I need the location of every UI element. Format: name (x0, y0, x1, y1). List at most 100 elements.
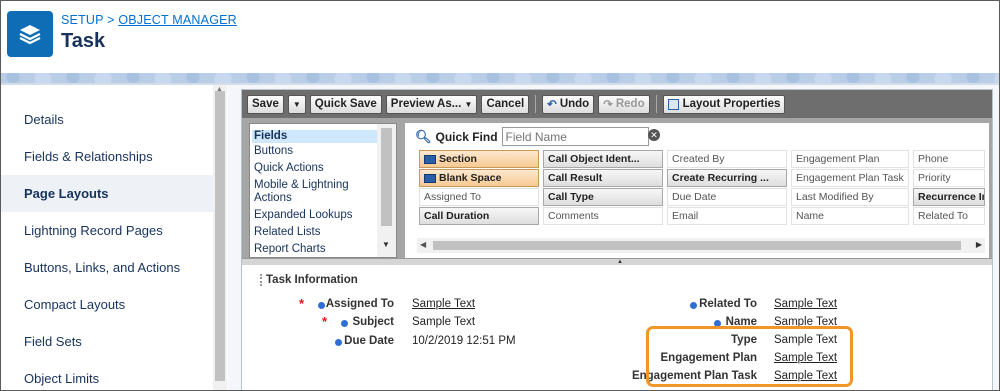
section-title[interactable]: Task Information (260, 274, 358, 286)
layout-field-value: 10/2/2019 12:51 PM (412, 335, 516, 347)
sidebar-item-page-layouts[interactable]: Page Layouts (1, 175, 213, 212)
category-scroll-thumb[interactable] (381, 128, 392, 226)
scroll-left-icon[interactable]: ◀ (420, 240, 426, 249)
palette-field[interactable]: Phone (913, 150, 985, 168)
sidebar-item-buttons-links-and-actions[interactable]: Buttons, Links, and Actions (1, 249, 213, 286)
category-scrollbar[interactable]: ▼ (377, 124, 396, 257)
redo-button[interactable]: ↷ Redo (598, 94, 650, 114)
palette-field[interactable]: Engagement Plan Task (791, 169, 909, 187)
palette-category-item[interactable]: Buttons (252, 145, 377, 158)
cancel-button[interactable]: Cancel (481, 94, 530, 114)
caret-down-icon: ▼ (292, 99, 301, 109)
palette-category-item[interactable]: Expanded Lookups (252, 209, 377, 222)
sidebar-item-compact-layouts[interactable]: Compact Layouts (1, 286, 213, 323)
preview-as-button[interactable]: Preview As... ▼ (385, 94, 478, 114)
palette-field-label: Comments (548, 210, 599, 222)
sidebar-item-fields-relationships[interactable]: Fields & Relationships (1, 138, 213, 175)
palette-field[interactable]: Email (667, 207, 787, 225)
save-button-label: Save (252, 98, 279, 110)
palette-field-label: Related To (918, 210, 969, 222)
palette-category-item[interactable]: Related Lists (252, 226, 377, 239)
caret-down-icon: ▼ (464, 99, 473, 109)
breadcrumb: SETUP > OBJECT MANAGER (61, 13, 237, 27)
palette-field[interactable]: Blank Space (419, 169, 539, 187)
palette-field[interactable]: Priority (913, 169, 985, 187)
required-marker: * (322, 314, 328, 329)
palette-field-label: Name (796, 210, 825, 222)
palette-field[interactable]: Engagement Plan (791, 150, 909, 168)
palette-field-label: Call Duration (424, 210, 490, 222)
palette-field-label: Recurrence Int (918, 191, 985, 203)
palette-field[interactable]: Due Date (667, 188, 787, 206)
sidebar-scroll-thumb[interactable] (215, 91, 225, 381)
palette-field[interactable]: Created By (667, 150, 787, 168)
app-window: SETUP > OBJECT MANAGER Task Details Field… (0, 0, 1000, 391)
breadcrumb-setup[interactable]: SETUP (61, 13, 103, 27)
field-indicator-dot (318, 302, 325, 309)
palette-category-list: Fields Buttons Quick Actions Mobile & Light… (249, 123, 397, 258)
palette-field[interactable]: Related To (913, 207, 985, 225)
palette-field[interactable]: Call Object Ident... (543, 150, 663, 168)
palette-field-label: Create Recurring ... (672, 172, 769, 184)
layout-field-label[interactable]: Assigned To (326, 298, 394, 310)
palette-field-label: Call Type (548, 191, 594, 203)
page-header: SETUP > OBJECT MANAGER Task (1, 1, 999, 73)
palette-field[interactable]: Section (419, 150, 539, 168)
layout-field-label[interactable]: Related To (699, 298, 757, 310)
redo-icon: ↷ (603, 99, 613, 111)
palette-field[interactable]: Assigned To (419, 188, 539, 206)
sidebar-item-details[interactable]: Details (1, 101, 213, 138)
sidebar-item-field-sets[interactable]: Field Sets (1, 323, 213, 360)
palette-field[interactable]: Call Type (543, 188, 663, 206)
palette-field[interactable]: Create Recurring ... (667, 169, 787, 187)
palette-field[interactable]: Recurrence Int (913, 188, 985, 206)
toolbar-separator (655, 95, 657, 113)
palette-field[interactable]: Comments (543, 207, 663, 225)
layout-field-label[interactable]: Subject (352, 316, 394, 328)
clear-icon[interactable]: ✕ (648, 129, 660, 141)
palette-scroll-thumb[interactable] (433, 241, 961, 250)
header-banner (1, 73, 999, 83)
toolbar-separator (535, 95, 537, 113)
sidebar-item-lightning-record-pages[interactable]: Lightning Record Pages (1, 212, 213, 249)
properties-icon (667, 98, 679, 110)
save-dropdown-button[interactable]: ▼ (287, 94, 306, 114)
palette-field[interactable]: Name (791, 207, 909, 225)
layout-properties-button[interactable]: Layout Properties (662, 94, 786, 114)
breadcrumb-object-manager[interactable]: OBJECT MANAGER (118, 13, 237, 27)
page-layout-editor: Save ▼ Quick Save Preview As... ▼ Cancel… (241, 89, 993, 390)
layout-canvas: Task Information * Assigned To Sample Text… (242, 265, 992, 390)
scroll-down-icon[interactable]: ▼ (382, 240, 390, 249)
palette-field-label: Call Result (548, 172, 603, 184)
breadcrumb-separator: > (107, 13, 115, 27)
layout-field-value: Sample Text (412, 298, 476, 310)
palette-field[interactable]: Last Modified By (791, 188, 909, 206)
palette-category-item[interactable]: Quick Actions (252, 162, 377, 175)
layers-icon (7, 11, 53, 57)
palette-field-label: Due Date (672, 191, 717, 203)
sidebar-scrollbar[interactable]: ▲ (213, 85, 227, 390)
save-button[interactable]: Save (247, 94, 284, 114)
quick-save-button[interactable]: Quick Save (309, 94, 382, 114)
scroll-right-icon[interactable]: ▶ (976, 240, 982, 249)
palette-horizontal-scrollbar[interactable]: ◀ ▶ (417, 238, 985, 253)
undo-button[interactable]: ↶ Undo (542, 94, 595, 114)
palette-field-label: Section (439, 153, 477, 165)
magnifier-icon: 🔍︎ (415, 128, 432, 144)
palette-field-label: Call Object Ident... (548, 153, 640, 165)
layout-field-label[interactable]: Due Date (344, 335, 394, 347)
required-marker: * (299, 296, 305, 311)
palette-category-item[interactable]: Report Charts (252, 243, 377, 256)
quick-find-input[interactable] (501, 127, 649, 146)
palette-field-label: Engagement Plan Task (796, 172, 904, 184)
palette-category-item[interactable]: Fields (252, 130, 377, 143)
palette-field-label: Email (672, 210, 699, 222)
main-content: Save ▼ Quick Save Preview As... ▼ Cancel… (228, 85, 999, 390)
field-indicator-dot (335, 339, 342, 346)
palette-field[interactable]: Call Result (543, 169, 663, 187)
preview-as-label: Preview As... (390, 98, 462, 110)
palette-field[interactable]: Call Duration (419, 207, 539, 225)
palette-splitter[interactable]: ▲ (242, 258, 992, 265)
palette-category-item[interactable]: Mobile & Lightning Actions (252, 179, 377, 205)
sidebar-item-object-limits[interactable]: Object Limits (1, 360, 213, 390)
